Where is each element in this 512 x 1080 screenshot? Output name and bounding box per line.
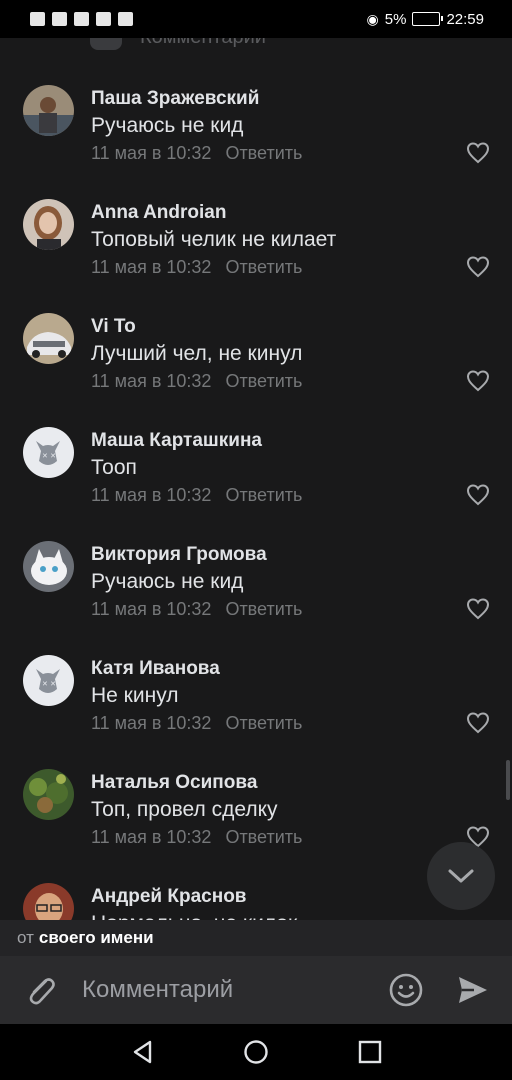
comment-composer: Комментарий: [0, 956, 512, 1024]
status-time: 22:59: [446, 10, 484, 28]
avatar[interactable]: [23, 199, 74, 250]
square-recent-icon[interactable]: [357, 1039, 383, 1065]
avatar[interactable]: ✕ ✕: [23, 427, 74, 478]
triangle-back-icon[interactable]: [130, 1039, 156, 1065]
comment-author[interactable]: Наталья Осипова: [91, 772, 257, 794]
reply-button[interactable]: Ответить: [225, 143, 302, 163]
comment-text: Не кинул: [91, 684, 179, 707]
reply-button[interactable]: Ответить: [225, 827, 302, 847]
eye-icon: ◉: [366, 10, 379, 27]
circle-home-icon[interactable]: [243, 1039, 269, 1065]
avatar[interactable]: [23, 769, 74, 820]
battery-percent: 5%: [384, 10, 407, 28]
comments-list[interactable]: Комментарий Паша Зражевский Ручаюсь не к…: [0, 38, 512, 920]
picture-icon: [96, 12, 111, 26]
comment-author[interactable]: Маша Карташкина: [91, 430, 262, 452]
heart-outline-icon[interactable]: [466, 370, 490, 392]
comment-meta: 11 мая в 10:32 Ответить: [91, 485, 302, 506]
comment-meta: 11 мая в 10:32 Ответить: [91, 371, 302, 392]
comment-author[interactable]: Андрей Краснов: [91, 886, 247, 908]
chevron-down-icon: [448, 869, 474, 883]
mail-icon: [74, 12, 89, 26]
reply-button[interactable]: Ответить: [225, 485, 302, 505]
reply-button[interactable]: Ответить: [225, 257, 302, 277]
avatar[interactable]: [23, 85, 74, 136]
comment-item: ✕ ✕ Катя Иванова Не кинул 11 мая в 10:32…: [0, 650, 512, 763]
comment-time: 11 мая в 10:32: [91, 257, 212, 277]
heart-outline-icon[interactable]: [466, 256, 490, 278]
scroll-down-button[interactable]: [427, 842, 495, 910]
comment-text: Топ, провел сделку: [91, 798, 278, 821]
comment-author[interactable]: Катя Иванова: [91, 658, 220, 680]
post-as-identity[interactable]: своего имени: [39, 928, 154, 948]
partial-placeholder: Комментарий: [140, 38, 266, 49]
comment-time: 11 мая в 10:32: [91, 827, 212, 847]
status-icons-right: ◉ 5% 22:59: [367, 11, 484, 28]
svg-text:✕ ✕: ✕ ✕: [42, 452, 56, 460]
avatar[interactable]: [23, 313, 74, 364]
comment-item: Anna Androian Топовый челик не килает 11…: [0, 194, 512, 307]
comment-item: ✕ ✕ Маша Карташкина Тооп 11 мая в 10:32 О…: [0, 422, 512, 535]
camera-icon: [90, 38, 122, 50]
comment-meta: 11 мая в 10:32 Ответить: [91, 713, 302, 734]
comment-time: 11 мая в 10:32: [91, 143, 212, 163]
comment-text: Нормально, не килок: [91, 912, 297, 920]
post-as-selector[interactable]: от своего имени: [0, 920, 512, 956]
comment-item: Паша Зражевский Ручаюсь не кид 11 мая в …: [0, 80, 512, 193]
comment-time: 11 мая в 10:32: [91, 599, 212, 619]
heart-outline-icon[interactable]: [466, 712, 490, 734]
system-nav-bar: [0, 1024, 512, 1080]
comment-text: Ручаюсь не кид: [91, 114, 244, 137]
warning-icon: [118, 12, 133, 26]
comment-author[interactable]: Anna Androian: [91, 202, 226, 224]
comment-time: 11 мая в 10:32: [91, 485, 212, 505]
smile-icon[interactable]: [388, 972, 424, 1008]
reply-button[interactable]: Ответить: [225, 713, 302, 733]
avatar[interactable]: [23, 883, 74, 920]
reply-button[interactable]: Ответить: [225, 371, 302, 391]
comment-input[interactable]: Комментарий: [82, 976, 233, 1004]
svg-text:✕ ✕: ✕ ✕: [42, 680, 56, 688]
comment-item: Виктория Громова Ручаюсь не кид 11 мая в…: [0, 536, 512, 649]
comment-text: Тооп: [91, 456, 137, 479]
comment-author[interactable]: Виктория Громова: [91, 544, 267, 566]
comment-text: Топовый челик не килает: [91, 228, 337, 251]
signal-icon: [30, 12, 45, 26]
heart-outline-icon[interactable]: [466, 598, 490, 620]
comment-author[interactable]: Vi To: [91, 316, 136, 338]
avatar[interactable]: ✕ ✕: [23, 655, 74, 706]
status-icons-left: [30, 12, 133, 26]
comment-text: Ручаюсь не кид: [91, 570, 244, 593]
heart-outline-icon[interactable]: [466, 484, 490, 506]
comment-meta: 11 мая в 10:32 Ответить: [91, 599, 302, 620]
comment-meta: 11 мая в 10:32 Ответить: [91, 257, 302, 278]
comment-time: 11 мая в 10:32: [91, 713, 212, 733]
scrollbar[interactable]: [506, 760, 510, 800]
paperclip-icon[interactable]: [22, 972, 58, 1008]
heart-outline-icon[interactable]: [466, 142, 490, 164]
comment-author[interactable]: Паша Зражевский: [91, 88, 259, 110]
comment-text: Лучший чел, не кинул: [91, 342, 303, 365]
reply-button[interactable]: Ответить: [225, 599, 302, 619]
partial-composer-row: Комментарий: [90, 38, 266, 50]
headset-icon: [52, 12, 67, 26]
battery-icon: [412, 12, 444, 26]
avatar[interactable]: [23, 541, 74, 592]
comment-time: 11 мая в 10:32: [91, 371, 212, 391]
status-bar: ◉ 5% 22:59: [0, 0, 512, 38]
comment-meta: 11 мая в 10:32 Ответить: [91, 827, 302, 848]
comment-meta: 11 мая в 10:32 Ответить: [91, 143, 302, 164]
comment-item: Vi To Лучший чел, не кинул 11 мая в 10:3…: [0, 308, 512, 421]
send-icon[interactable]: [456, 973, 490, 1007]
post-as-prefix: от: [17, 928, 34, 947]
